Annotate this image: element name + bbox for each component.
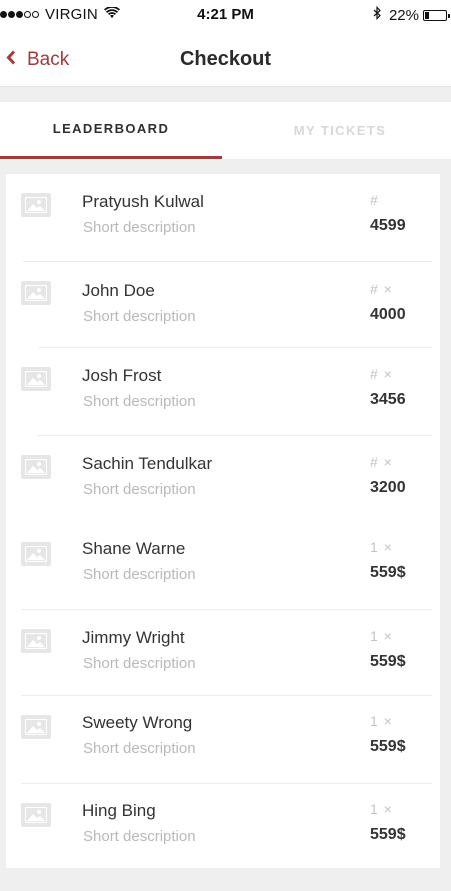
row-meta: # ×: [370, 281, 393, 297]
status-right: 22%: [373, 6, 451, 24]
image-placeholder-icon: [21, 367, 51, 391]
row-description: Short description: [83, 740, 196, 757]
list-item[interactable]: Josh Frost Short description # × 3456: [6, 348, 440, 436]
row-meta: 1 ×: [370, 628, 393, 644]
row-name: Shane Warne: [82, 539, 186, 558]
image-placeholder-icon: [21, 629, 51, 653]
row-description: Short description: [83, 828, 196, 845]
battery-icon: [423, 9, 450, 21]
row-meta: 1 ×: [370, 539, 393, 555]
row-name: Josh Frost: [82, 366, 162, 385]
row-meta: #: [370, 192, 379, 208]
status-bar: VIRGIN 4:21 PM 22%: [0, 0, 451, 32]
battery-percent: 22%: [388, 6, 419, 24]
image-placeholder-icon: [21, 803, 51, 827]
row-name: Jimmy Wright: [82, 628, 185, 647]
row-name: Hing Bing: [82, 801, 156, 820]
checkout-screen: VIRGIN 4:21 PM 22% Back Checkout LEADERB…: [0, 0, 451, 891]
image-placeholder-icon: [21, 715, 51, 739]
row-description: Short description: [83, 655, 196, 672]
row-value: 559$: [370, 826, 406, 843]
tab-my-tickets[interactable]: MY TICKETS: [229, 102, 451, 159]
row-description: Short description: [83, 219, 196, 236]
row-name: Sachin Tendulkar: [82, 454, 213, 473]
image-placeholder-icon: [21, 281, 51, 305]
image-placeholder-icon: [21, 455, 51, 479]
list-item[interactable]: John Doe Short description # × 4000: [6, 262, 440, 348]
row-description: Short description: [83, 393, 196, 410]
row-meta: 1 ×: [370, 713, 393, 729]
row-value: 559$: [370, 738, 406, 755]
row-meta: # ×: [370, 454, 393, 470]
row-name: John Doe: [82, 281, 155, 300]
list-item[interactable]: Jimmy Wright Short description 1 × 559$: [6, 610, 440, 696]
row-description: Short description: [83, 566, 196, 583]
list-item[interactable]: Shane Warne Short description 1 × 559$: [6, 522, 440, 610]
row-value: 3456: [370, 391, 406, 408]
row-value: 4000: [370, 306, 406, 323]
list-item[interactable]: Hing Bing Short description 1 × 559$: [6, 784, 440, 868]
list-item[interactable]: Pratyush Kulwal Short description # 4599: [6, 174, 440, 262]
row-meta: # ×: [370, 366, 393, 382]
row-name: Pratyush Kulwal: [82, 192, 204, 211]
row-value: 4599: [370, 217, 406, 234]
row-meta: 1 ×: [370, 801, 393, 817]
navigation-bar: Back Checkout: [0, 32, 451, 87]
list-item[interactable]: Sachin Tendulkar Short description # × 3…: [6, 436, 440, 522]
row-value: 559$: [370, 653, 406, 670]
battery-fill: [425, 11, 429, 19]
row-description: Short description: [83, 481, 196, 498]
image-placeholder-icon: [21, 542, 51, 566]
row-description: Short description: [83, 308, 196, 325]
tab-leaderboard[interactable]: LEADERBOARD: [0, 102, 222, 159]
row-name: Sweety Wrong: [82, 713, 193, 732]
tab-bar: LEADERBOARD MY TICKETS: [0, 102, 451, 159]
page-title: Checkout: [179, 48, 272, 70]
row-value: 3200: [370, 479, 406, 496]
image-placeholder-icon: [21, 193, 51, 217]
row-value: 559$: [370, 564, 406, 581]
bluetooth-icon: [373, 6, 381, 24]
leaderboard-list: Pratyush Kulwal Short description # 4599…: [6, 174, 440, 868]
list-item[interactable]: Sweety Wrong Short description 1 × 559$: [6, 696, 440, 784]
